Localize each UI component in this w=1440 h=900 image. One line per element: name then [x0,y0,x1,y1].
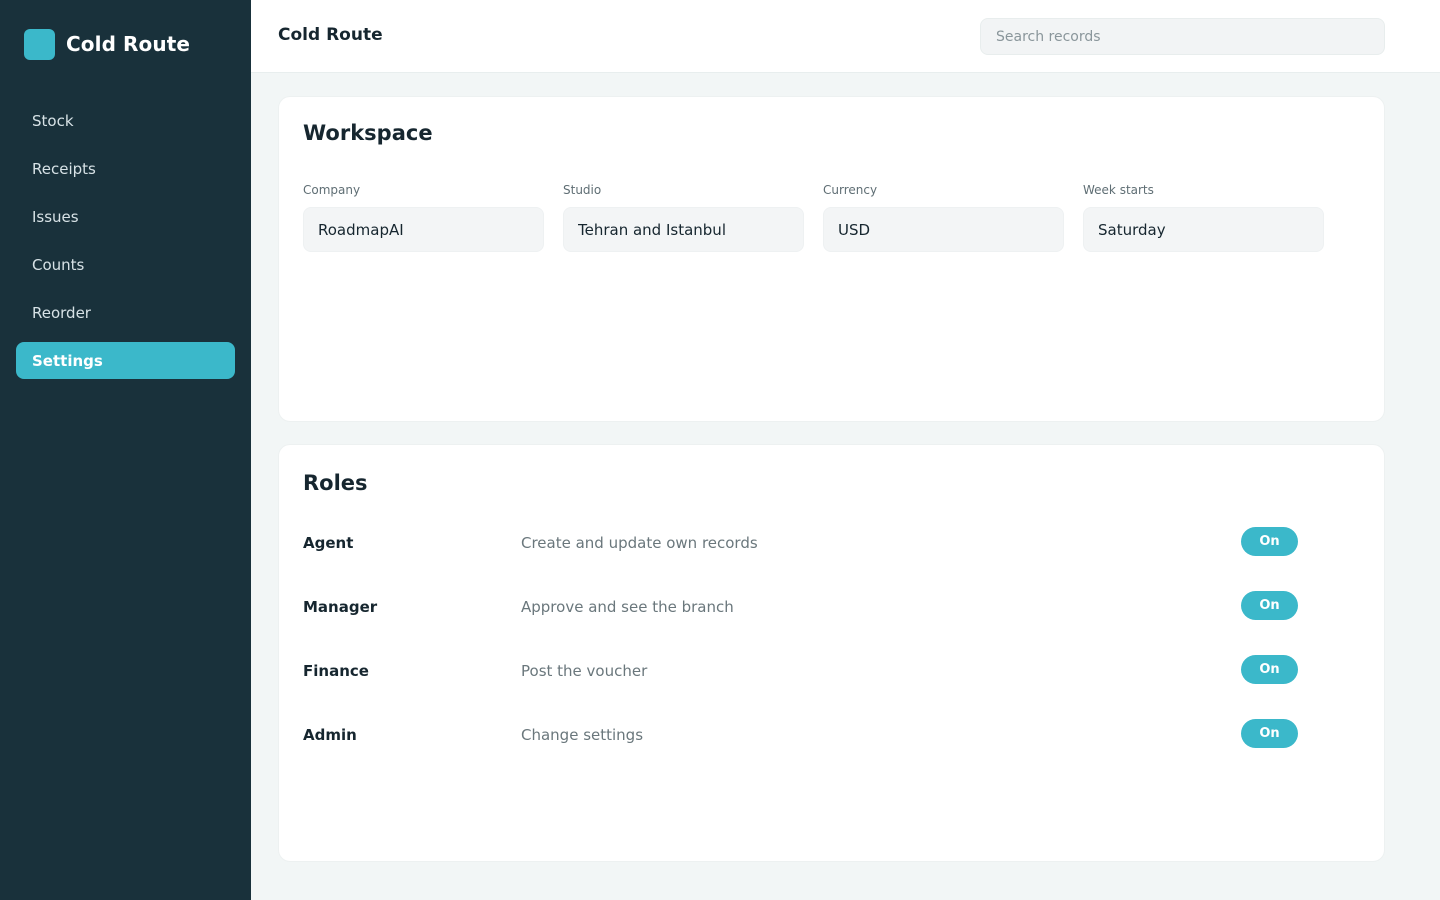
agent-toggle[interactable]: On [1241,527,1298,556]
sidebar: Cold Route Stock Receipts Issues Counts … [0,0,251,900]
studio-input[interactable] [563,207,804,252]
square-logo-icon [24,28,55,60]
sidebar-item-receipts[interactable]: Receipts [16,150,235,187]
manager-toggle[interactable]: On [1241,591,1298,620]
week-starts-field: Week starts [1083,183,1324,252]
sidebar-item-issues[interactable]: Issues [16,198,235,235]
sidebar-item-stock[interactable]: Stock [16,102,235,139]
top-bar: Cold Route [251,0,1440,73]
role-row-agent: Agent Create and update own records On [303,525,1363,565]
workspace-title: Workspace [303,121,433,145]
role-name: Admin [303,726,357,744]
brand-name: Cold Route [66,32,191,56]
role-name: Manager [303,598,378,616]
currency-label: Currency [823,183,878,197]
company-field: Company [303,183,544,252]
brand[interactable]: Cold Route [24,28,190,60]
role-name: Finance [303,662,369,680]
studio-field: Studio [563,183,804,252]
sidebar-item-settings[interactable]: Settings [16,342,235,379]
role-description: Create and update own records [521,534,758,552]
page-title: Cold Route [278,25,383,45]
role-row-finance: Finance Post the voucher On [303,653,1363,693]
sidebar-item-counts[interactable]: Counts [16,246,235,283]
studio-label: Studio [563,183,602,197]
admin-toggle[interactable]: On [1241,719,1298,748]
company-input[interactable] [303,207,544,252]
role-description: Change settings [521,726,644,744]
role-row-manager: Manager Approve and see the branch On [303,589,1363,629]
workspace-card: Workspace Company Studio Currency Week s… [278,96,1385,422]
currency-field: Currency [823,183,1064,252]
role-name: Agent [303,534,354,552]
roles-card: Roles Agent Create and update own record… [278,444,1385,862]
role-description: Post the voucher [521,662,648,680]
role-description: Approve and see the branch [521,598,734,616]
roles-title: Roles [303,471,368,495]
search-input[interactable] [980,18,1385,55]
week-starts-input[interactable] [1083,207,1324,252]
currency-input[interactable] [823,207,1064,252]
role-row-admin: Admin Change settings On [303,717,1363,757]
sidebar-item-reorder[interactable]: Reorder [16,294,235,331]
sidebar-nav: Stock Receipts Issues Counts Reorder Set… [16,102,235,390]
finance-toggle[interactable]: On [1241,655,1298,684]
week-starts-label: Week starts [1083,183,1154,197]
company-label: Company [303,183,361,197]
